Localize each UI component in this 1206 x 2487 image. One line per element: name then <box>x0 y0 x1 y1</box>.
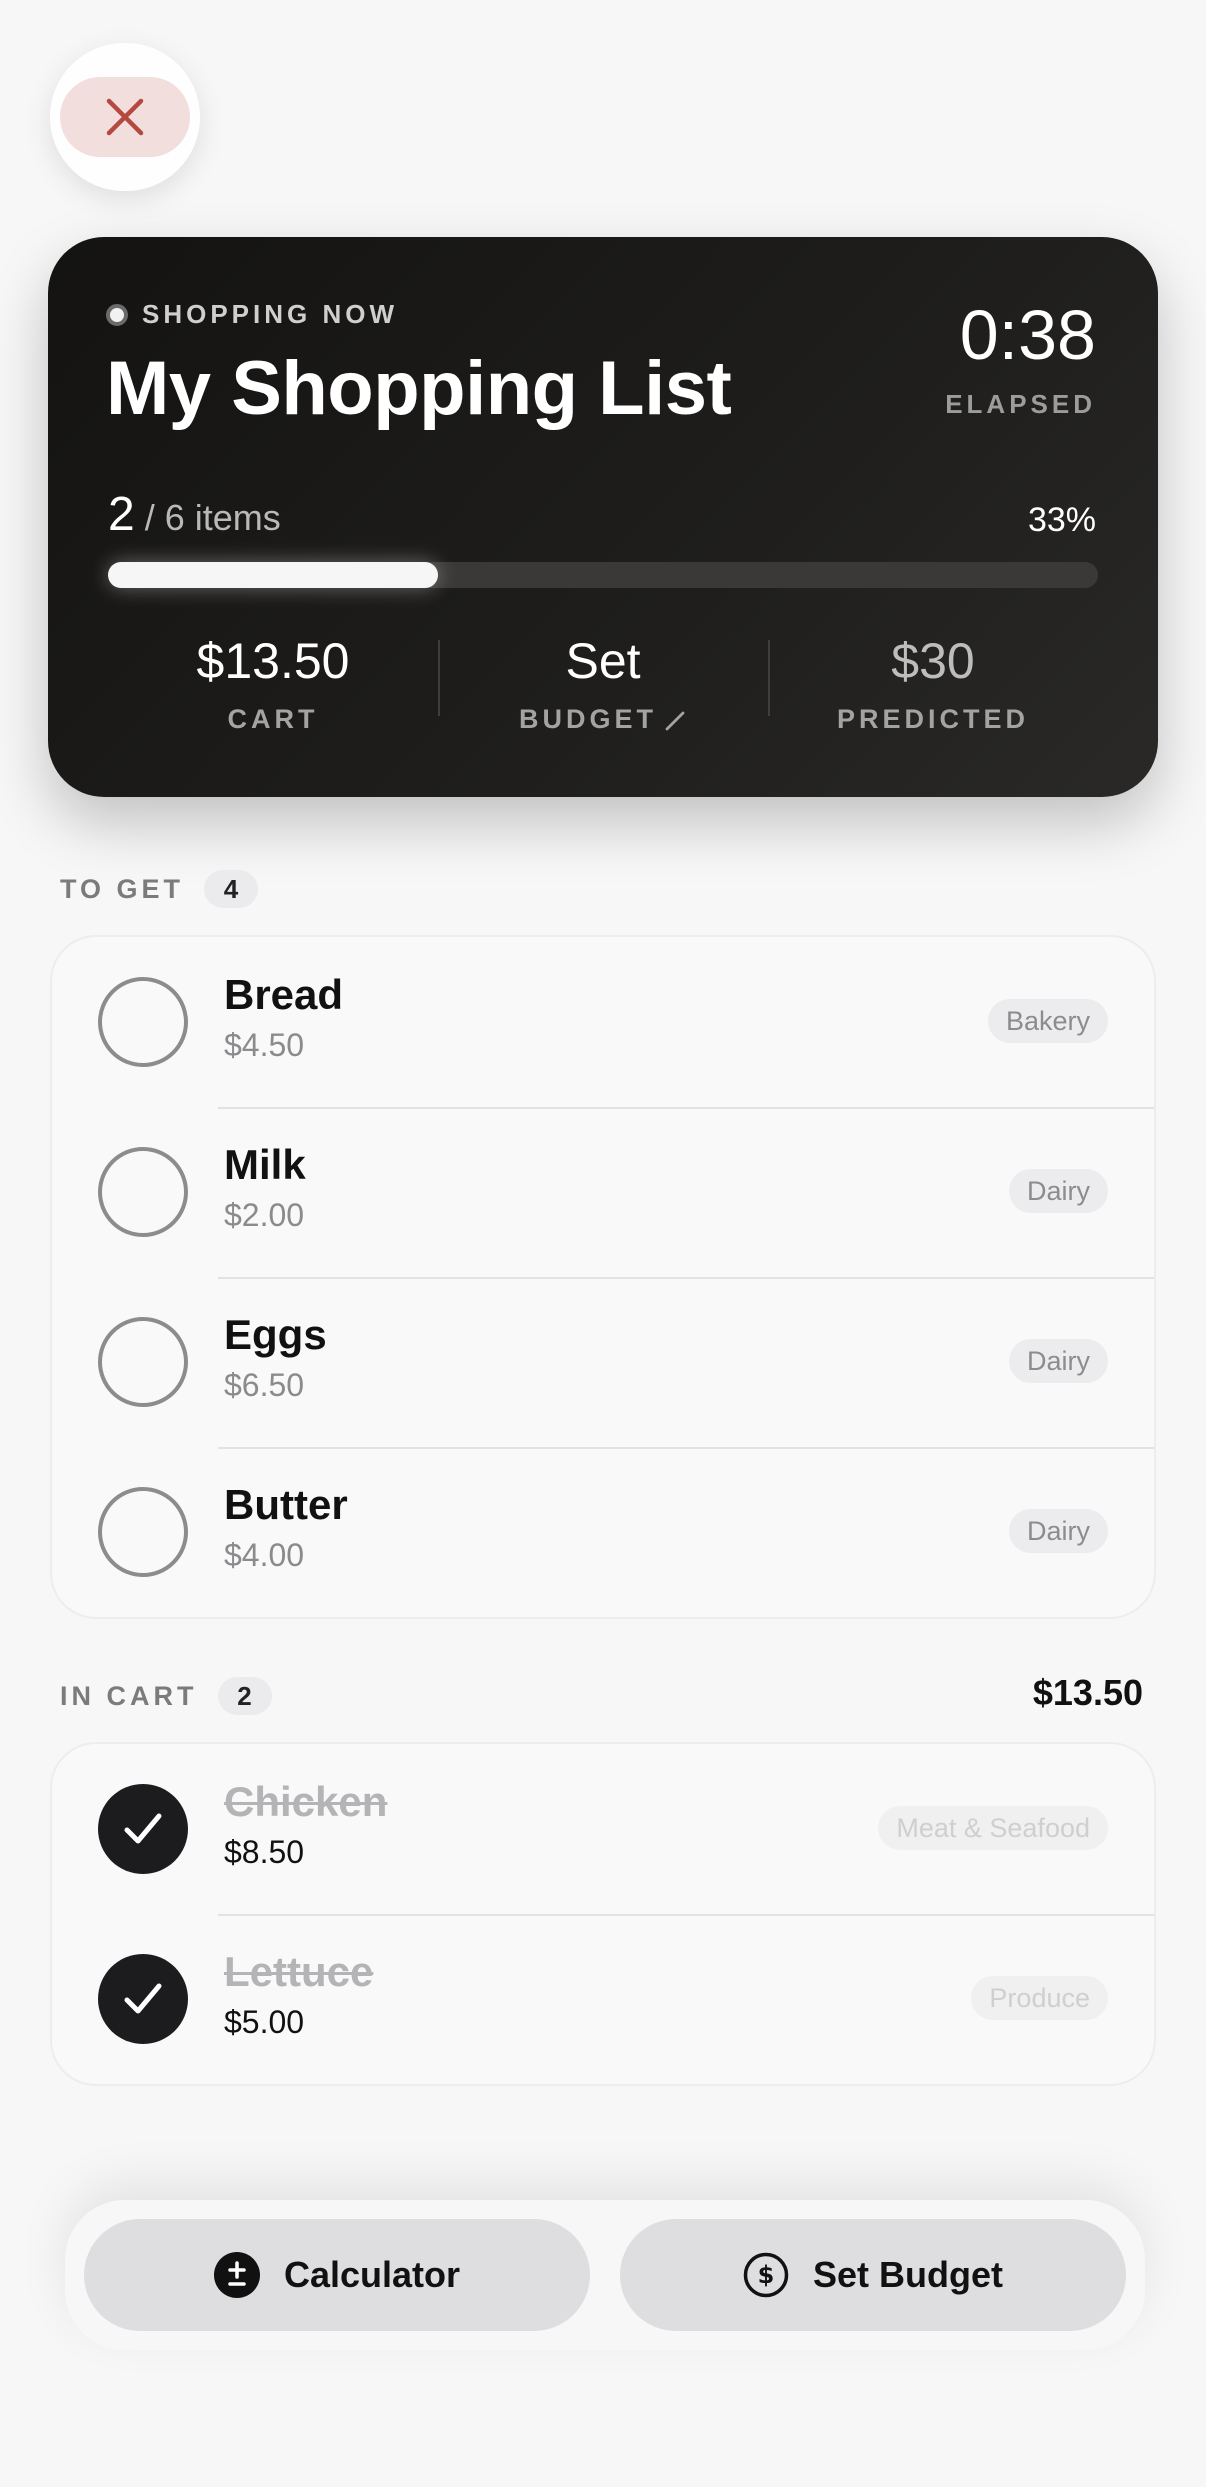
shopping-summary-card: SHOPPING NOW My Shopping List 0:38 ELAPS… <box>48 237 1158 797</box>
checked-circle-icon[interactable] <box>98 1954 188 2044</box>
set-budget-label: Set Budget <box>812 2254 1003 2295</box>
calculator-label: Calculator <box>283 2254 461 2295</box>
elapsed-label: ELAPSED <box>945 389 1096 419</box>
items-done-count: 2 <box>108 488 135 541</box>
cart-value: $13.50 <box>196 633 350 689</box>
shopping-status: SHOPPING NOW <box>106 299 398 330</box>
category-tag: Dairy <box>1008 1509 1108 1553</box>
list-item[interactable]: Bread $4.50 Bakery <box>52 937 1154 1107</box>
unchecked-circle-icon[interactable] <box>98 1147 188 1237</box>
category-tag: Bakery <box>987 999 1108 1043</box>
item-price: $4.00 <box>224 1537 305 1573</box>
list-item[interactable]: Eggs $6.50 Dairy <box>52 1277 1154 1447</box>
category-tag: Dairy <box>1008 1169 1108 1213</box>
status-text: SHOPPING NOW <box>142 299 399 329</box>
item-name: Eggs <box>224 1311 327 1358</box>
items-progress-text: 2 / 6 items <box>108 487 281 542</box>
svg-text:$: $ <box>758 2261 775 2289</box>
item-name: Butter <box>224 1481 348 1528</box>
checkmark-icon <box>124 1813 162 1844</box>
in-cart-header: IN CART 2 <box>60 1677 272 1715</box>
progress-percent: 33% <box>1027 501 1096 539</box>
stats-row: $13.50 CART Set BUDGET $30 PREDICTED <box>108 632 1098 752</box>
budget-label-row[interactable]: BUDGET <box>438 704 768 735</box>
set-budget-button[interactable]: $ Set Budget <box>620 2219 1126 2331</box>
list-item[interactable]: Lettuce $5.00 Produce <box>52 1914 1154 2084</box>
pencil-icon <box>665 711 685 731</box>
calculator-button[interactable]: Calculator <box>84 2219 590 2331</box>
close-button[interactable] <box>60 77 190 157</box>
list-item[interactable]: Milk $2.00 Dairy <box>52 1107 1154 1277</box>
list-title: My Shopping List <box>106 346 732 431</box>
items-total: / 6 items <box>144 497 281 538</box>
category-tag: Dairy <box>1008 1339 1108 1383</box>
item-price: $4.50 <box>224 1027 305 1063</box>
bottom-action-bar: Calculator $ Set Budget <box>65 2200 1145 2350</box>
elapsed-timer: 0:38 <box>959 296 1096 374</box>
in-cart-total: $13.50 <box>1032 1672 1143 1713</box>
plus-minus-icon <box>213 2252 260 2298</box>
unchecked-circle-icon[interactable] <box>98 1487 188 1577</box>
item-name: Milk <box>224 1141 306 1188</box>
item-name: Lettuce <box>224 1948 374 1995</box>
to-get-count-badge: 4 <box>204 870 259 908</box>
list-item[interactable]: Chicken $8.50 Meat & Seafood <box>52 1744 1154 1914</box>
cart-stat: $13.50 CART <box>108 632 438 752</box>
item-price: $6.50 <box>224 1367 305 1403</box>
to-get-list: Bread $4.50 Bakery Milk $2.00 Dairy Eggs… <box>50 935 1156 1619</box>
item-name: Bread <box>224 971 344 1018</box>
progress-fill <box>108 562 438 588</box>
category-tag: Meat & Seafood <box>878 1806 1108 1850</box>
in-cart-list: Chicken $8.50 Meat & Seafood Lettuce $5.… <box>50 1742 1156 2086</box>
item-price: $2.00 <box>224 1197 305 1233</box>
checkmark-icon <box>124 1983 162 2014</box>
checked-circle-icon[interactable] <box>98 1784 188 1874</box>
unchecked-circle-icon[interactable] <box>98 977 188 1067</box>
cart-label: CART <box>227 704 319 734</box>
dollar-icon: $ <box>743 2252 789 2298</box>
budget-stat[interactable]: Set BUDGET <box>438 632 768 752</box>
item-name: Chicken <box>224 1778 388 1825</box>
progress-bar <box>108 562 1098 588</box>
status-dot-icon <box>106 303 128 326</box>
item-price: $5.00 <box>224 2004 305 2040</box>
unchecked-circle-icon[interactable] <box>98 1317 188 1407</box>
budget-label: BUDGET <box>519 704 657 734</box>
in-cart-label: IN CART <box>60 1680 198 1711</box>
category-tag: Produce <box>971 1976 1108 2020</box>
predicted-value: $30 <box>891 633 975 689</box>
close-icon <box>106 98 144 136</box>
to-get-header: TO GET 4 <box>60 870 259 908</box>
predicted-stat: $30 PREDICTED <box>768 632 1098 752</box>
in-cart-count-badge: 2 <box>217 1677 272 1715</box>
list-item[interactable]: Butter $4.00 Dairy <box>52 1447 1154 1617</box>
item-price: $8.50 <box>224 1834 305 1870</box>
to-get-label: TO GET <box>60 873 185 904</box>
predicted-label: PREDICTED <box>836 704 1029 734</box>
budget-value[interactable]: Set <box>438 632 768 690</box>
close-button-container <box>50 43 200 191</box>
